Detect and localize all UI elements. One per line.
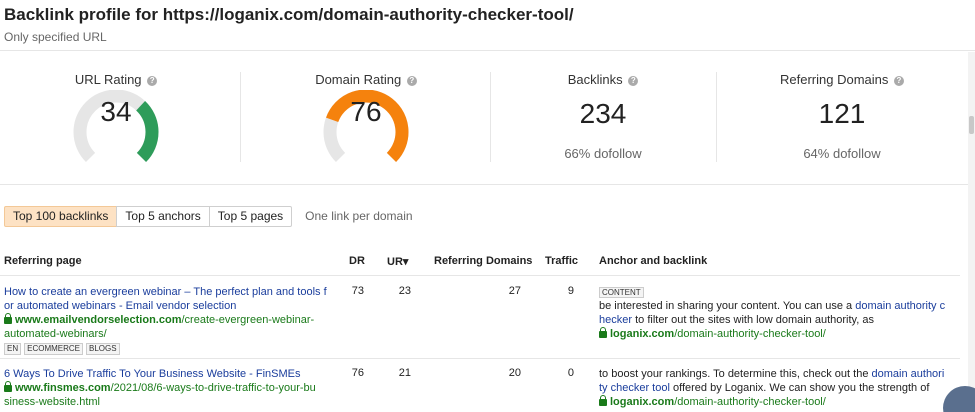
traffic-value: 9 — [567, 285, 574, 297]
backlink-tabs: Top 100 backlinks Top 5 anchors Top 5 pa… — [4, 206, 413, 227]
anchor-cell: CONTENT be interested in sharing your co… — [599, 285, 949, 341]
sort-desc-icon: ▾ — [402, 256, 409, 268]
page-title: Backlink profile for https://loganix.com… — [4, 5, 574, 24]
page-subtitle: Only specified URL — [4, 30, 107, 44]
help-icon[interactable]: ? — [147, 76, 158, 86]
help-icon[interactable]: ? — [406, 76, 417, 86]
referring-page-url[interactable]: www.emailvendorselection.com/create-ever… — [4, 313, 334, 341]
referring-domains-metric: Referring Domains ? 121 64% dofollow — [716, 52, 968, 185]
url-rating-value: 34 — [100, 96, 132, 127]
tab-top-5-anchors[interactable]: Top 5 anchors — [116, 206, 210, 227]
metrics-panel: URL Rating ? 34 Domain Rating ? 76 Backl… — [0, 52, 975, 185]
backlink-url[interactable]: loganix.com/domain-authority-checker-too… — [599, 395, 949, 409]
referring-domains-count: 20 — [508, 367, 521, 379]
metric-divider — [240, 72, 241, 162]
backlinks-dofollow: 66% dofollow — [564, 146, 642, 161]
referring-page-url[interactable]: www.finsmes.com/2021/08/6-ways-to-drive-… — [4, 381, 334, 409]
tab-top-100-backlinks[interactable]: Top 100 backlinks — [4, 206, 118, 227]
dr-value: 73 — [351, 285, 364, 297]
lock-icon — [4, 381, 12, 392]
backlinks-value: 234 — [579, 98, 627, 129]
url-rating-metric: URL Rating ? 34 — [0, 52, 232, 185]
column-header-anchor[interactable]: Anchor and backlink — [599, 255, 707, 267]
column-header-traffic[interactable]: Traffic — [545, 255, 578, 267]
tag-badge: BLOGS — [86, 343, 120, 355]
content-badge: CONTENT — [599, 287, 644, 298]
one-link-per-domain-note: One link per domain — [305, 209, 413, 223]
tag-badge: ECOMMERCE — [24, 343, 84, 355]
column-header-referring-domains[interactable]: Referring Domains — [434, 255, 532, 267]
referring-domains-count: 27 — [508, 285, 521, 297]
referring-page-title-link[interactable]: 6 Ways To Drive Traffic To Your Business… — [4, 368, 301, 380]
referring-page-cell: 6 Ways To Drive Traffic To Your Business… — [4, 367, 334, 409]
ur-value: 21 — [398, 367, 411, 379]
lock-icon — [4, 313, 12, 324]
help-icon[interactable]: ? — [628, 76, 639, 86]
referring-domains-label: Referring Domains — [780, 72, 889, 87]
domain-rating-metric: Domain Rating ? 76 — [250, 52, 482, 185]
domain-rating-value: 76 — [350, 96, 382, 127]
referring-domains-value: 121 — [818, 98, 866, 129]
ur-value: 23 — [398, 285, 411, 297]
domain-rating-label: Domain Rating — [315, 72, 402, 87]
backlinks-metric: Backlinks ? 234 66% dofollow — [490, 52, 716, 185]
url-rating-label: URL Rating — [74, 72, 142, 87]
row-divider — [0, 358, 960, 359]
scrollbar-thumb[interactable] — [969, 116, 974, 134]
column-header-referring-page[interactable]: Referring page — [4, 255, 82, 267]
help-icon[interactable]: ? — [894, 76, 904, 86]
column-header-ur[interactable]: UR▾ — [387, 255, 408, 268]
referring-domains-dofollow: 64% dofollow — [803, 146, 881, 161]
column-header-ur-label: UR — [387, 256, 403, 268]
column-header-dr[interactable]: DR — [349, 255, 365, 267]
referring-page-cell: How to create an evergreen webinar – The… — [4, 285, 334, 355]
dr-value: 76 — [351, 367, 364, 379]
referring-page-title-link[interactable]: How to create an evergreen webinar – The… — [4, 286, 327, 312]
backlink-url[interactable]: loganix.com/domain-authority-checker-too… — [599, 327, 949, 341]
anchor-cell: to boost your rankings. To determine thi… — [599, 367, 949, 409]
table-header-divider — [0, 275, 960, 276]
tag-badge: EN — [4, 343, 22, 355]
lock-icon — [599, 395, 607, 406]
page-tags: EN ECOMMERCE BLOGS — [4, 343, 334, 355]
backlinks-label: Backlinks — [567, 72, 623, 87]
modal-header: Backlink profile for https://loganix.com… — [0, 0, 975, 51]
tab-top-5-pages[interactable]: Top 5 pages — [208, 206, 293, 227]
scrollbar[interactable] — [968, 52, 975, 412]
traffic-value: 0 — [567, 367, 574, 379]
lock-icon — [599, 327, 607, 338]
